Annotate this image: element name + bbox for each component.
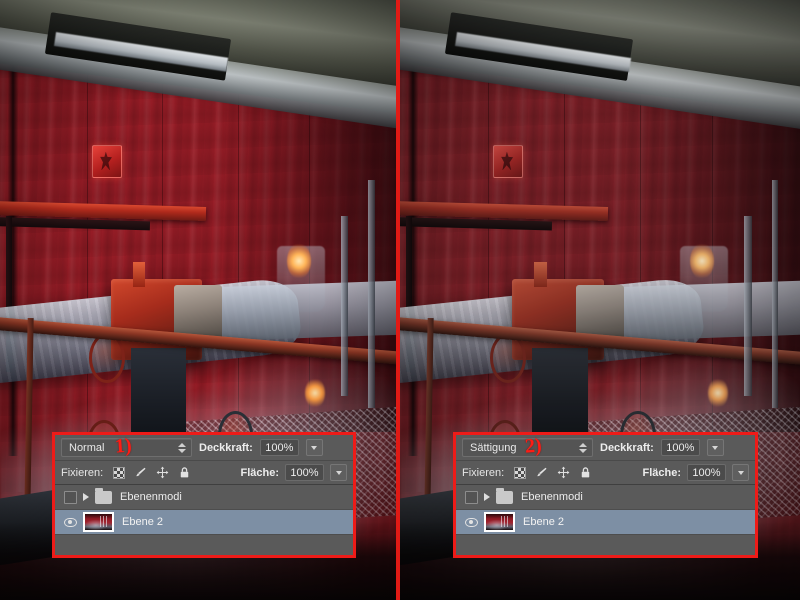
lock-all-icon[interactable]: [579, 466, 592, 479]
opacity-input[interactable]: 100%: [660, 439, 700, 456]
layer-visibility-toggle[interactable]: [59, 490, 81, 504]
fill-label: Fläche:: [642, 466, 681, 479]
layer-row[interactable]: Ebene 2: [55, 510, 353, 535]
fill-label: Fläche:: [240, 466, 279, 479]
lock-label: Fixieren:: [462, 466, 505, 479]
comparison-stage: Normal Deckkraft: 100% Fixieren: Fläche:…: [0, 0, 800, 600]
lock-fill-row: Fixieren: Fläche: 100%: [55, 461, 353, 485]
blend-mode-select[interactable]: Normal: [61, 438, 192, 457]
fill-input[interactable]: 100%: [285, 464, 324, 481]
fill-stepper[interactable]: [330, 464, 347, 481]
layer-group-name: Ebenenmodi: [521, 491, 583, 503]
transparent-pixels-checkerboard-icon[interactable]: [113, 466, 126, 479]
chevron-down-icon: [712, 445, 719, 450]
paintbrush-icon[interactable]: [535, 466, 548, 479]
blend-mode-value: Normal: [69, 441, 105, 454]
blend-opacity-row: Sättigung Deckkraft: 100%: [456, 435, 755, 461]
layer-name: Ebene 2: [523, 516, 564, 528]
opacity-stepper[interactable]: [706, 439, 724, 456]
opacity-input[interactable]: 100%: [259, 439, 299, 456]
fill-input[interactable]: 100%: [687, 464, 726, 481]
updown-arrows-icon: [178, 442, 186, 453]
eye-icon: [63, 517, 77, 527]
chevron-down-icon: [335, 470, 342, 475]
blend-mode-value: Sättigung: [470, 441, 517, 454]
layer-row[interactable]: Ebene 2: [456, 510, 755, 535]
blend-opacity-row: Normal Deckkraft: 100%: [55, 435, 353, 461]
opacity-stepper[interactable]: [305, 439, 323, 456]
transparent-pixels-checkerboard-icon[interactable]: [514, 466, 527, 479]
layer-thumbnail[interactable]: [83, 512, 114, 532]
eye-off-icon: [63, 490, 77, 504]
layer-group-name: Ebenenmodi: [120, 491, 182, 503]
move-arrows-icon[interactable]: [156, 466, 169, 479]
updown-arrows-icon: [579, 442, 587, 453]
eye-icon: [464, 517, 478, 527]
paintbrush-icon[interactable]: [134, 466, 147, 479]
layer-visibility-toggle[interactable]: [460, 517, 482, 527]
comparison-divider: [396, 0, 400, 600]
layers-panel-right: Sättigung Deckkraft: 100% Fixieren: Fläc…: [453, 432, 758, 558]
lock-label: Fixieren:: [61, 466, 104, 479]
layer-visibility-toggle[interactable]: [460, 490, 482, 504]
eye-off-icon: [464, 490, 478, 504]
move-arrows-icon[interactable]: [557, 466, 570, 479]
folder-icon: [496, 487, 513, 504]
disclosure-triangle-collapsed-icon[interactable]: [484, 493, 490, 501]
layers-panel-left: Normal Deckkraft: 100% Fixieren: Fläche:…: [52, 432, 356, 558]
disclosure-triangle-collapsed-icon[interactable]: [83, 493, 89, 501]
folder-icon: [95, 487, 112, 504]
lock-fill-row: Fixieren: Fläche: 100%: [456, 461, 755, 485]
layer-row[interactable]: Ebenenmodi: [55, 485, 353, 510]
layer-name: Ebene 2: [122, 516, 163, 528]
layer-thumbnail[interactable]: [484, 512, 515, 532]
opacity-label: Deckkraft:: [600, 441, 654, 454]
fill-stepper[interactable]: [732, 464, 749, 481]
chevron-down-icon: [737, 470, 744, 475]
lock-all-icon[interactable]: [178, 466, 191, 479]
opacity-label: Deckkraft:: [199, 441, 253, 454]
layer-visibility-toggle[interactable]: [59, 517, 81, 527]
blend-mode-select[interactable]: Sättigung: [462, 438, 593, 457]
layer-row[interactable]: Ebenenmodi: [456, 485, 755, 510]
chevron-down-icon: [311, 445, 318, 450]
